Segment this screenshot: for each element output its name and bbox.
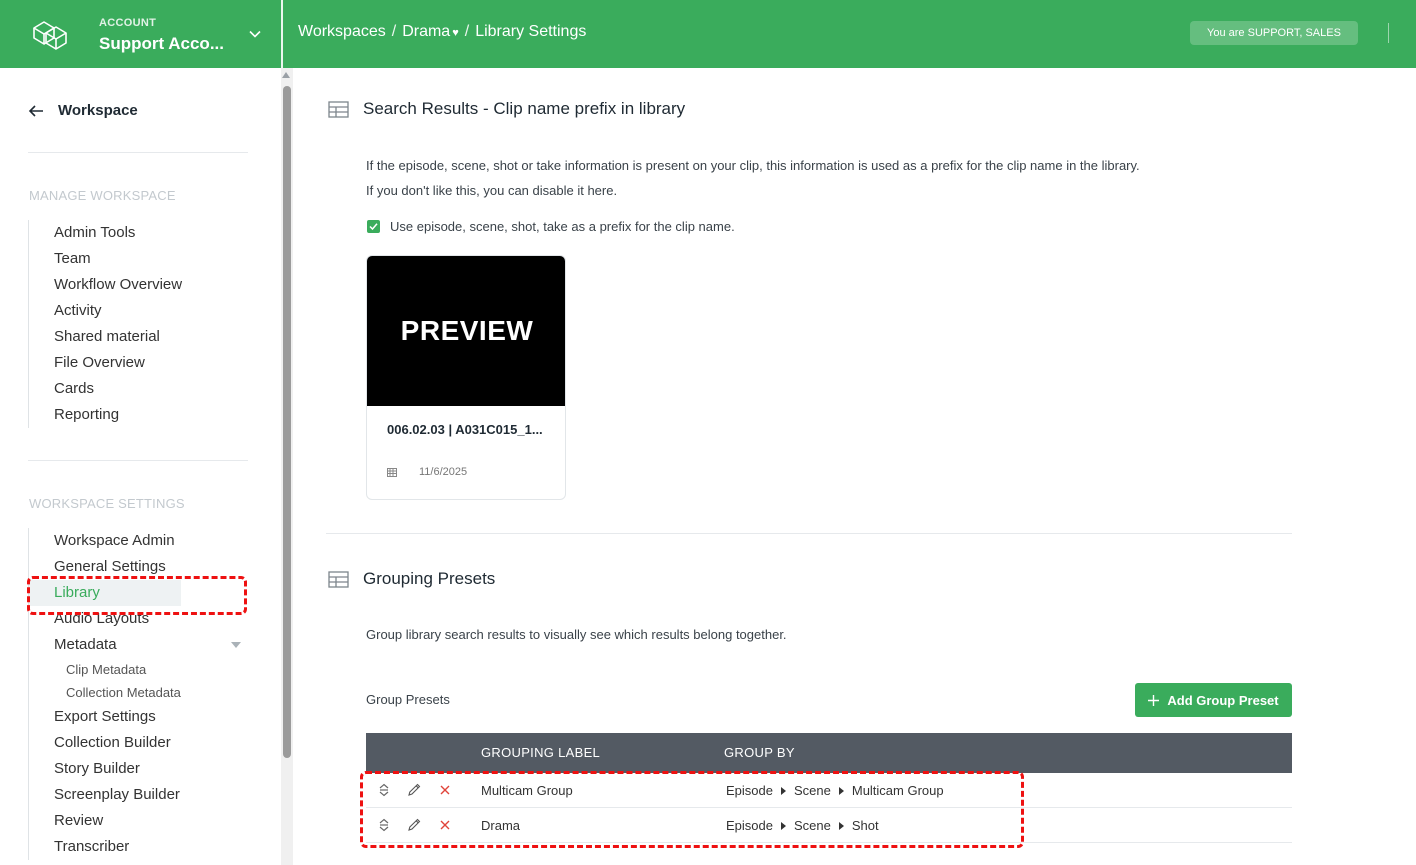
sidebar-item-library[interactable]: Library — [29, 580, 181, 606]
sidebar-item-audio-layouts[interactable]: Audio Layouts — [29, 606, 181, 632]
account-name[interactable]: Support Acco... — [99, 34, 224, 54]
group-presets-label: Group Presets — [366, 692, 450, 707]
breadcrumb-separator: / — [464, 23, 470, 40]
back-label: Workspace — [58, 102, 138, 119]
delete-x-icon[interactable] — [438, 783, 452, 797]
edit-pencil-icon[interactable] — [407, 783, 421, 797]
nav-settings: Workspace Admin General Settings Library… — [28, 528, 241, 860]
back-to-workspace[interactable]: Workspace — [28, 102, 138, 119]
sidebar-item-transcriber[interactable]: Transcriber — [29, 834, 181, 860]
grouping-desc: Group library search results to visually… — [366, 627, 787, 642]
column-header-grouping-label[interactable]: GROUPING LABEL — [481, 745, 600, 760]
sidebar-item-clip-metadata[interactable]: Clip Metadata — [29, 658, 181, 681]
reorder-icon[interactable] — [377, 818, 391, 832]
breadcrumb: Workspaces / Drama ♥ / Library Settings — [298, 23, 586, 41]
account-label: ACCOUNT — [99, 17, 157, 29]
section-divider — [326, 533, 1292, 534]
sidebar-item-screenplay-builder[interactable]: Screenplay Builder — [29, 782, 181, 808]
group-by-level: Multicam Group — [851, 783, 944, 798]
sidebar-item-cards[interactable]: Cards — [29, 376, 182, 402]
calendar-icon — [387, 468, 397, 477]
breadcrumb-drama[interactable]: Drama ♥ — [402, 23, 459, 41]
delete-x-icon[interactable] — [438, 818, 452, 832]
table-row: Drama Episode Scene Shot — [366, 808, 1292, 843]
sidebar-item-collection-metadata[interactable]: Collection Metadata — [29, 681, 181, 704]
prefix-checkbox-label: Use episode, scene, shot, take as a pref… — [390, 219, 735, 234]
divider — [28, 460, 248, 461]
clip-preview-card[interactable]: PREVIEW 006.02.03 | A031C015_1... 11/6/2… — [366, 255, 566, 500]
clip-date-row: 11/6/2025 — [387, 466, 467, 478]
caret-down-icon[interactable] — [231, 642, 241, 648]
sidebar-item-export-settings[interactable]: Export Settings — [29, 704, 181, 730]
sidebar-item-workspace-admin[interactable]: Workspace Admin — [29, 528, 181, 554]
sidebar-item-reporting[interactable]: Reporting — [29, 402, 182, 428]
nav-manage: Admin Tools Team Workflow Overview Activ… — [28, 220, 182, 428]
sidebar-item-general-settings[interactable]: General Settings — [29, 554, 181, 580]
sidebar-item-collection-builder[interactable]: Collection Builder — [29, 730, 181, 756]
sidebar: Workspace MANAGE WORKSPACE Admin Tools T… — [0, 68, 280, 865]
table-icon — [328, 100, 349, 118]
group-by-cell: Episode Scene Shot — [726, 818, 879, 833]
group-by-level: Shot — [851, 818, 879, 833]
search-results-header: Search Results - Clip name prefix in lib… — [328, 99, 685, 119]
top-divider — [281, 0, 283, 68]
sidebar-item-metadata[interactable]: Metadata — [29, 632, 241, 658]
grouping-presets-header: Grouping Presets — [328, 569, 495, 589]
grouping-label-cell: Multicam Group — [481, 783, 573, 798]
grouping-label-cell: Drama — [481, 818, 521, 833]
scrollbar-thumb[interactable] — [283, 86, 291, 758]
triangle-right-icon — [780, 821, 786, 830]
scroll-up-icon[interactable] — [282, 72, 290, 78]
sidebar-item-story-builder[interactable]: Story Builder — [29, 756, 181, 782]
sidebar-item-workflow-overview[interactable]: Workflow Overview — [29, 272, 182, 298]
edit-pencil-icon[interactable] — [407, 818, 421, 832]
column-header-group-by[interactable]: GROUP BY — [724, 745, 795, 760]
top-divider-right — [1388, 23, 1389, 43]
chevron-down-icon[interactable] — [247, 26, 263, 42]
search-results-title: Search Results - Clip name prefix in lib… — [363, 99, 686, 118]
heart-icon: ♥ — [452, 27, 459, 39]
clip-date: 11/6/2025 — [419, 466, 468, 478]
triangle-right-icon — [838, 786, 844, 795]
group-by-level: Scene — [793, 818, 831, 833]
cube-logo-icon[interactable] — [30, 16, 70, 50]
breadcrumb-library-settings: Library Settings — [475, 23, 587, 40]
sidebar-item-admin-tools[interactable]: Admin Tools — [29, 220, 182, 246]
top-bar: ACCOUNT Support Acco... Workspaces / Dra… — [0, 0, 1416, 68]
add-group-preset-label: Add Group Preset — [1167, 692, 1279, 708]
check-icon — [369, 223, 378, 231]
sidebar-item-review[interactable]: Review — [29, 808, 181, 834]
sidebar-item-team[interactable]: Team — [29, 246, 182, 272]
table-header: GROUPING LABEL GROUP BY — [366, 733, 1292, 773]
table-icon — [328, 570, 349, 588]
arrow-left-icon — [28, 104, 43, 117]
sidebar-item-file-overview[interactable]: File Overview — [29, 350, 182, 376]
breadcrumb-separator: / — [391, 23, 397, 40]
group-by-level: Episode — [726, 818, 773, 833]
breadcrumb-workspaces[interactable]: Workspaces — [298, 23, 386, 41]
plus-icon — [1148, 694, 1160, 706]
sidebar-item-activity[interactable]: Activity — [29, 298, 182, 324]
reorder-icon[interactable] — [377, 783, 391, 797]
search-results-desc-1: If the episode, scene, shot or take info… — [366, 158, 1140, 173]
table-row: Multicam Group Episode Scene Multicam Gr… — [366, 773, 1292, 808]
clip-title: 006.02.03 | A031C015_1... — [387, 422, 543, 437]
sidebar-item-shared-material[interactable]: Shared material — [29, 324, 182, 350]
grouping-presets-title: Grouping Presets — [363, 569, 496, 588]
role-badge: You are SUPPORT, SALES — [1190, 21, 1358, 45]
add-group-preset-button[interactable]: Add Group Preset — [1135, 683, 1292, 717]
group-by-cell: Episode Scene Multicam Group — [726, 783, 944, 798]
prefix-checkbox[interactable] — [367, 220, 380, 233]
section-title-manage: MANAGE WORKSPACE — [29, 188, 176, 203]
prefix-checkbox-row[interactable]: Use episode, scene, shot, take as a pref… — [367, 219, 735, 234]
triangle-right-icon — [838, 821, 844, 830]
group-by-level: Episode — [726, 783, 773, 798]
group-by-level: Scene — [793, 783, 831, 798]
divider — [28, 152, 248, 153]
preview-image: PREVIEW — [367, 256, 565, 406]
triangle-right-icon — [780, 786, 786, 795]
search-results-desc-2: If you don't like this, you can disable … — [366, 183, 618, 198]
section-title-settings: WORKSPACE SETTINGS — [29, 496, 185, 511]
